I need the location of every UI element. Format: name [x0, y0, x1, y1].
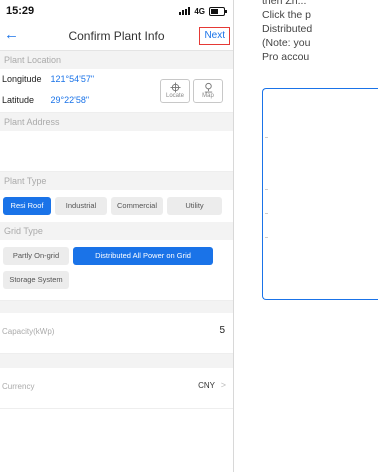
map-button[interactable]: Map	[193, 79, 223, 103]
location-block: Longitude 121°54'57" Latitude 29°22'58" …	[0, 69, 233, 113]
grid-type-partly-on-grid[interactable]: Partly On-grid	[3, 247, 69, 265]
instruction-line-3: Distributed	[262, 23, 313, 35]
instruction-line-5: Pro accou	[262, 51, 310, 63]
status-bar: 15:29 4G	[0, 0, 233, 22]
capacity-value[interactable]: 5	[219, 325, 225, 336]
longitude-value[interactable]: 121°54'57"	[51, 74, 95, 84]
section-plant-address: Plant Address	[0, 113, 233, 131]
grid-type-options-row1: Partly On-grid Distributed All Power on …	[0, 240, 233, 268]
plant-type-industrial[interactable]: Industrial	[55, 197, 107, 215]
section-plant-location: Plant Location	[0, 51, 233, 69]
instruction-line-4: (Note: you	[262, 37, 311, 49]
spacer	[0, 301, 233, 313]
section-grid-type: Grid Type	[0, 222, 233, 240]
battery-icon	[209, 6, 227, 16]
status-indicators: 4G	[179, 6, 227, 16]
capacity-row[interactable]: Capacity(kWp) 5	[0, 313, 233, 354]
back-arrow-icon[interactable]: ←	[4, 25, 19, 45]
map-pin-icon	[204, 82, 212, 93]
nav-bar: ← Confirm Plant Info Next	[0, 22, 233, 51]
latitude-value[interactable]: 29°22'58"	[51, 95, 90, 105]
plant-type-options: Resi Roof Industrial Commercial Utility	[0, 190, 233, 222]
phone-frame-preview	[262, 88, 378, 300]
currency-value: CNY	[198, 381, 215, 390]
next-button[interactable]: Next	[199, 27, 230, 45]
grid-type-storage-system[interactable]: Storage System	[3, 271, 69, 289]
locate-label: Locate	[165, 93, 184, 99]
phone-screen: 15:29 4G ← Confirm Plant Info Next Plant…	[0, 0, 234, 472]
longitude-row: Longitude 121°54'57"	[2, 74, 94, 84]
chevron-right-icon: >	[220, 380, 226, 390]
currency-row[interactable]: Currency CNY >	[0, 368, 233, 409]
spacer	[0, 354, 233, 368]
plant-type-commercial[interactable]: Commercial	[111, 197, 163, 215]
page-title: Confirm Plant Info	[68, 29, 165, 43]
plant-type-resi-roof[interactable]: Resi Roof	[3, 197, 51, 215]
status-time: 15:29	[6, 5, 35, 17]
grid-type-distributed-all[interactable]: Distributed All Power on Grid	[73, 247, 213, 265]
crosshair-icon	[169, 82, 181, 93]
latitude-row: Latitude 29°22'58"	[2, 95, 89, 105]
plant-type-utility[interactable]: Utility	[167, 197, 222, 215]
signal-icon	[179, 7, 191, 15]
capacity-label: Capacity(kWp)	[2, 327, 55, 336]
plant-address-input[interactable]	[0, 131, 233, 172]
longitude-label: Longitude	[2, 74, 42, 84]
locate-button[interactable]: Locate	[160, 79, 190, 103]
map-label: Map	[202, 93, 214, 99]
battery-fill	[211, 8, 218, 14]
instruction-line-1: then Zh...	[262, 0, 307, 7]
latitude-label: Latitude	[2, 95, 35, 105]
section-plant-type: Plant Type	[0, 172, 233, 190]
instruction-line-2: Click the p	[262, 9, 312, 21]
currency-label: Currency	[2, 382, 35, 391]
network-type: 4G	[194, 6, 205, 16]
grid-type-options-row2: Storage System	[0, 268, 233, 301]
